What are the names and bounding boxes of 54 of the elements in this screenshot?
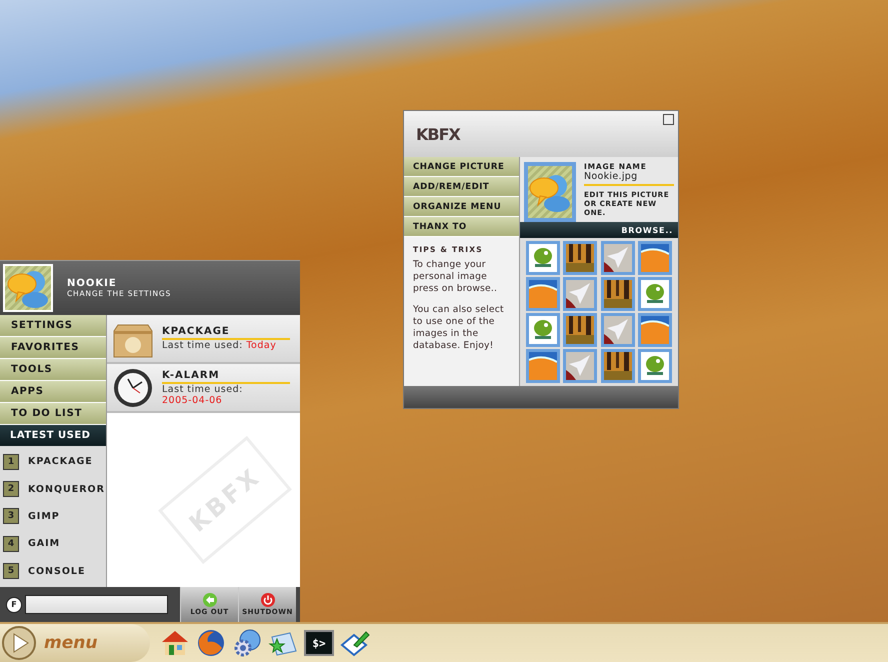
recent-app-item[interactable]: GIMP bbox=[28, 510, 60, 522]
forest-picture[interactable] bbox=[566, 244, 594, 272]
file-name: Nookie.jpg bbox=[584, 171, 674, 186]
power-icon bbox=[260, 593, 274, 607]
user-name: NOOKIE bbox=[67, 278, 118, 289]
recent-app-item[interactable]: KPACKAGE bbox=[28, 456, 93, 468]
section-heading: LATEST USED bbox=[0, 425, 106, 446]
close-icon[interactable] bbox=[663, 114, 674, 125]
tip-text: You can also select to use one of the images in the database. Enjoy! bbox=[413, 304, 505, 352]
recent-app-entry[interactable]: K-ALARM Last time used: 2005-04-06 bbox=[107, 364, 300, 413]
category-item[interactable]: TOOLS bbox=[0, 359, 106, 381]
tip-text: To change your personal image press on browse.. bbox=[413, 259, 498, 295]
user-picture[interactable] bbox=[3, 264, 53, 312]
category-item[interactable]: SETTINGS bbox=[0, 315, 106, 337]
chat-bubbles-icon bbox=[528, 172, 572, 212]
back-arrow-icon bbox=[202, 593, 216, 607]
fox-picture[interactable] bbox=[528, 280, 557, 308]
number-badge: 2 bbox=[3, 481, 19, 498]
search-icon: F bbox=[6, 596, 22, 612]
action-item[interactable]: ADD/REM/EDIT bbox=[404, 177, 519, 197]
recent-app-item[interactable]: KONQUEROR bbox=[28, 484, 105, 495]
house-icon[interactable] bbox=[160, 629, 190, 657]
action-item[interactable]: CHANGE PICTURE bbox=[404, 157, 519, 177]
last-used-text: Last time used: Today bbox=[162, 340, 278, 351]
play-icon bbox=[2, 626, 36, 660]
recent-app-item[interactable]: GAIM bbox=[28, 538, 60, 550]
forest-picture[interactable] bbox=[604, 352, 632, 380]
kbfx-logo: KBFX bbox=[416, 124, 460, 144]
fox-picture[interactable] bbox=[528, 352, 557, 380]
fox-picture[interactable] bbox=[641, 316, 670, 344]
last-used-text: Last time used: 2005-04-06 bbox=[162, 384, 244, 406]
browse-button[interactable]: BROWSE.. bbox=[520, 222, 678, 238]
fox-picture[interactable] bbox=[641, 244, 670, 272]
pencil-tablet-icon[interactable] bbox=[340, 629, 370, 657]
clock-icon bbox=[112, 366, 154, 408]
category-item[interactable]: FAVORITES bbox=[0, 337, 106, 359]
terminal-icon[interactable]: $> bbox=[304, 630, 334, 656]
app-name: K-ALARM bbox=[162, 370, 290, 384]
forest-picture[interactable] bbox=[604, 280, 632, 308]
category-item[interactable]: APPS bbox=[0, 381, 106, 403]
category-item[interactable]: TO DO LIST bbox=[0, 403, 106, 425]
number-badge: 3 bbox=[3, 508, 19, 524]
number-badge: 1 bbox=[3, 454, 19, 470]
app-name: KPACKAGE bbox=[162, 326, 290, 340]
number-badge: 5 bbox=[3, 563, 19, 580]
recent-app-item[interactable]: CONSOLE bbox=[28, 566, 86, 577]
chat-bubbles-icon bbox=[6, 268, 50, 308]
globe-gear-icon[interactable] bbox=[232, 628, 262, 658]
action-item[interactable]: THANX TO bbox=[404, 217, 519, 237]
forest-picture[interactable] bbox=[566, 316, 594, 344]
search-field[interactable] bbox=[25, 595, 168, 614]
recent-app-entry[interactable]: KPACKAGE Last time used: Today bbox=[107, 315, 300, 364]
action-item[interactable]: ORGANIZE MENU bbox=[404, 197, 519, 217]
number-badge: 4 bbox=[3, 536, 19, 552]
